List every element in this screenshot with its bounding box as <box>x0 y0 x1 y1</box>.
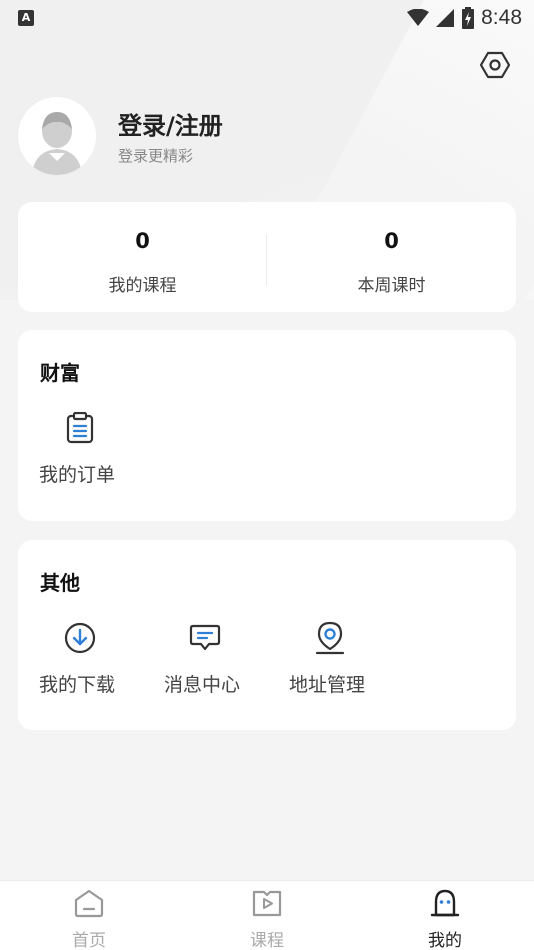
tab-courses-label: 课程 <box>250 931 284 950</box>
message-center-label: 消息中心 <box>164 674 241 696</box>
bottom-tab-bar: 首页 课程 我的 <box>0 880 534 950</box>
stat-value: 0 <box>135 229 150 253</box>
status-time: 8:48 <box>481 6 522 29</box>
stat-my-courses[interactable]: 0 我的课程 <box>18 202 267 312</box>
address-management-button[interactable]: 地址管理 <box>268 621 392 702</box>
my-downloads-button[interactable]: 我的下载 <box>18 622 142 702</box>
other-section: 其他 我的下载 消息中心 地址管理 <box>18 540 516 730</box>
my-orders-button[interactable]: 我的订单 <box>18 412 142 492</box>
avatar[interactable] <box>18 97 96 175</box>
settings-hexagon-icon <box>480 51 510 79</box>
stat-label: 我的课程 <box>108 276 177 296</box>
message-center-button[interactable]: 消息中心 <box>143 622 267 702</box>
stat-value: 0 <box>384 229 399 253</box>
tab-home[interactable]: 首页 <box>0 881 178 950</box>
section-title-wealth: 财富 <box>40 361 80 385</box>
tab-mine[interactable]: 我的 <box>356 881 534 950</box>
stat-weekly-hours[interactable]: 0 本周课时 <box>267 202 516 312</box>
status-right-group: 8:48 <box>407 4 522 32</box>
wealth-section: 财富 我的订单 <box>18 330 516 521</box>
tab-home-label: 首页 <box>72 931 106 950</box>
wifi-icon <box>407 9 430 26</box>
login-register-link[interactable]: 登录/注册 <box>118 106 223 141</box>
my-downloads-label: 我的下载 <box>39 674 116 696</box>
settings-button[interactable] <box>478 48 512 82</box>
profile-icon <box>356 888 534 920</box>
download-icon <box>18 622 142 654</box>
cellular-signal-icon <box>436 9 455 27</box>
tab-courses[interactable]: 课程 <box>178 881 356 950</box>
course-play-icon <box>178 888 356 920</box>
home-icon <box>0 888 178 920</box>
default-avatar-icon <box>18 97 96 175</box>
address-management-label: 地址管理 <box>289 674 366 696</box>
order-clipboard-icon <box>18 412 142 444</box>
message-icon <box>143 622 267 654</box>
stat-label: 本周课时 <box>357 276 426 296</box>
status-badge-a: A <box>18 10 34 26</box>
stats-card: 0 我的课程 0 本周课时 <box>18 202 516 312</box>
section-title-other: 其他 <box>40 571 80 595</box>
tab-mine-label: 我的 <box>428 931 462 950</box>
status-bar: A 8:48 <box>0 0 534 36</box>
my-orders-label: 我的订单 <box>39 464 116 486</box>
login-subtitle: 登录更精彩 <box>118 147 194 165</box>
battery-charging-icon <box>462 7 475 29</box>
location-pin-icon <box>268 621 392 655</box>
